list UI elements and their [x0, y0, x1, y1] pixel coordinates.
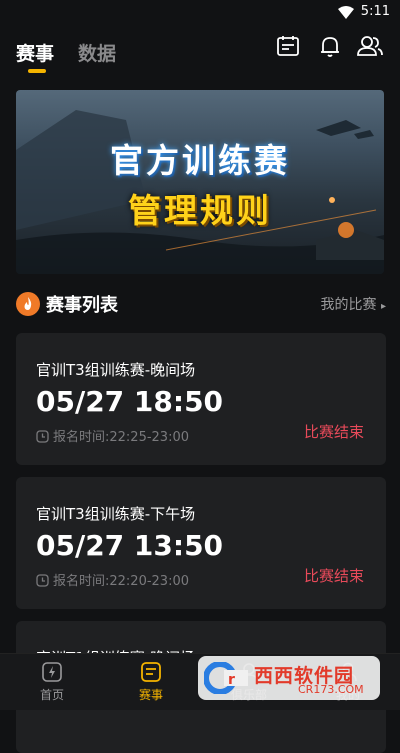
match-title: 官训T3组训练赛-下午场 — [36, 505, 196, 523]
match-list-header: 赛事列表 我的比赛 ▸ — [16, 290, 386, 318]
active-tab-indicator — [28, 69, 46, 73]
watermark-logo-icon: r — [203, 661, 250, 698]
bell-icon[interactable] — [318, 34, 342, 62]
banner-title-line1: 官方训练赛 — [110, 141, 290, 180]
match-card[interactable]: 官训T3组训练赛-下午场 05/27 13:50 报名时间:22:20-23:0… — [16, 477, 386, 609]
match-status: 比赛结束 — [303, 567, 364, 585]
promo-banner[interactable]: 官方训练赛 管理规则 — [16, 90, 384, 274]
nav-matches-label: 赛事 — [138, 688, 163, 702]
match-list-icon — [139, 660, 163, 688]
status-bar: 5:11 — [0, 0, 400, 24]
match-card[interactable]: 官训T3组训练赛-晚间场 05/27 18:50 报名时间:22:25-23:0… — [16, 333, 386, 465]
status-time: 5:11 — [360, 4, 390, 19]
svg-text:r: r — [228, 672, 235, 688]
wifi-icon — [338, 5, 354, 24]
match-time: 05/27 18:50 — [36, 385, 224, 418]
registration-time: 报名时间:22:25-23:00 — [36, 426, 189, 447]
my-matches-link[interactable]: 我的比赛 ▸ — [321, 294, 386, 314]
nav-home-label: 首页 — [39, 688, 64, 702]
nav-home[interactable]: 首页 — [12, 654, 92, 710]
top-action-icons — [276, 34, 386, 60]
registration-time: 报名时间:22:20-23:00 — [36, 570, 189, 591]
site-watermark: r 西西软件园 CR173.COM — [198, 656, 380, 700]
section-title: 赛事列表 — [46, 295, 118, 316]
clock-icon — [36, 430, 49, 447]
clock-icon — [36, 574, 49, 591]
tab-data[interactable]: 数据 — [78, 39, 116, 66]
my-matches-label: 我的比赛 — [320, 297, 377, 313]
banner-artwork — [16, 110, 384, 274]
home-bolt-icon — [40, 660, 64, 688]
users-icon[interactable] — [356, 34, 384, 62]
nav-matches[interactable]: 赛事 — [111, 654, 191, 710]
banner-title-line2: 管理规则 — [128, 191, 272, 230]
chevron-right-icon: ▸ — [380, 301, 386, 312]
fire-icon — [16, 292, 40, 316]
watermark-url: CR173.COM — [298, 683, 364, 696]
match-status: 比赛结束 — [303, 423, 364, 441]
match-time: 05/27 13:50 — [36, 529, 224, 562]
registration-text: 报名时间:22:25-23:00 — [53, 430, 189, 445]
schedule-icon[interactable] — [276, 34, 300, 62]
tab-matches[interactable]: 赛事 — [16, 39, 54, 66]
registration-text: 报名时间:22:20-23:00 — [53, 574, 189, 589]
match-title: 官训T3组训练赛-晚间场 — [36, 361, 196, 379]
